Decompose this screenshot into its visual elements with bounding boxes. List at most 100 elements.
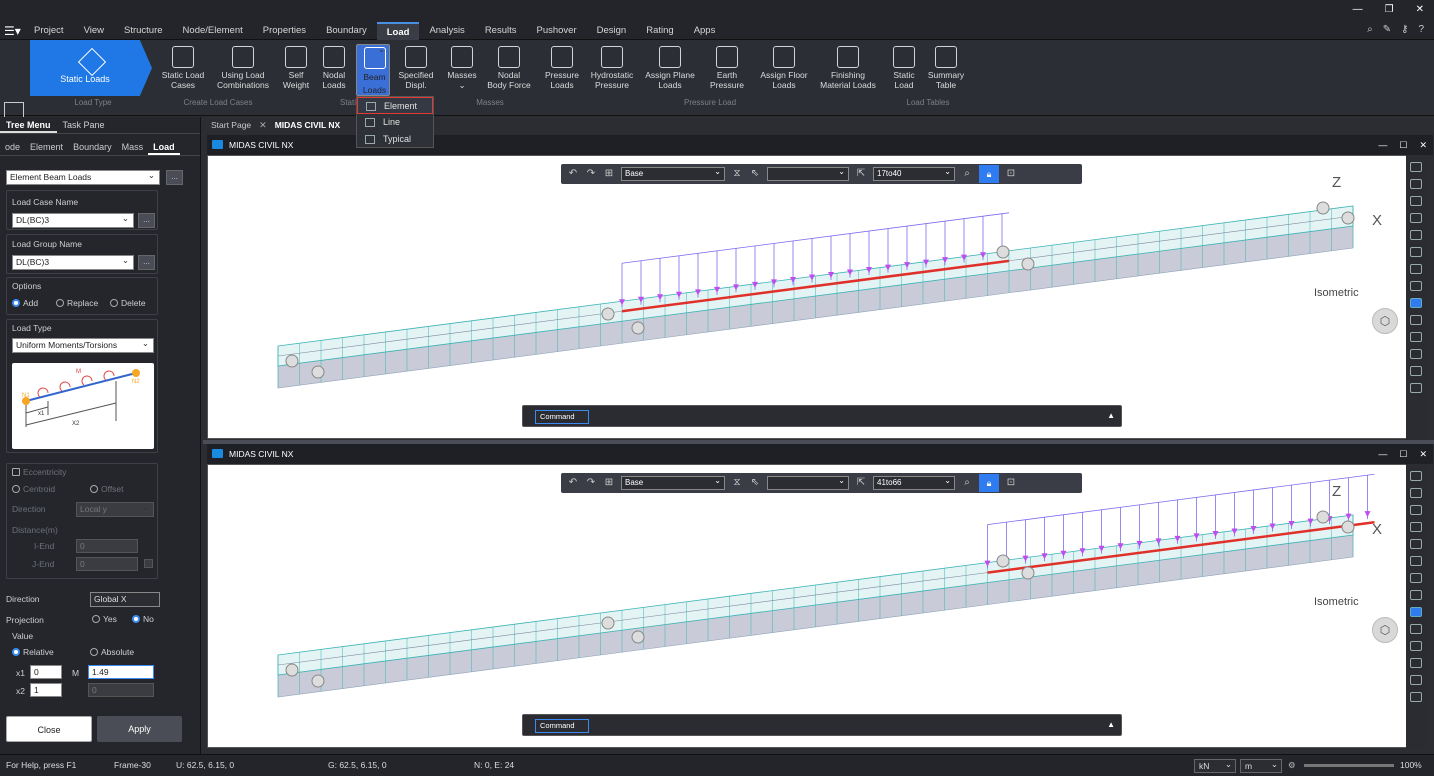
- projection-yes-radio[interactable]: Yes: [92, 614, 117, 624]
- pressure-loads-button[interactable]: Pressure Loads: [540, 46, 584, 90]
- command-input[interactable]: Command: [535, 410, 589, 424]
- x2-m-input[interactable]: 0: [88, 683, 154, 697]
- view-tool-icon[interactable]: [1410, 675, 1422, 685]
- range-select[interactable]: 17to40: [873, 166, 955, 181]
- view-tool-icon[interactable]: [1410, 590, 1422, 600]
- menu-tab-results[interactable]: Results: [475, 22, 527, 40]
- centroid-radio[interactable]: Centroid: [12, 484, 55, 494]
- range-select[interactable]: 41to66: [873, 475, 955, 490]
- direction-select[interactable]: Global X: [90, 591, 160, 607]
- view-tool-icon[interactable]: [1410, 624, 1422, 634]
- length-unit-select[interactable]: m: [1240, 758, 1282, 773]
- load-group-more-button[interactable]: ...: [138, 255, 155, 270]
- projection-no-radio[interactable]: No: [132, 614, 154, 624]
- menu-tab-node-element[interactable]: Node/Element: [173, 22, 253, 40]
- view-tool-icon[interactable]: [1410, 505, 1422, 515]
- expand-icon[interactable]: ▲: [1107, 411, 1115, 420]
- view-tool-icon[interactable]: [1410, 692, 1422, 702]
- menu-tab-design[interactable]: Design: [587, 22, 637, 40]
- function-more-button[interactable]: ...: [166, 170, 183, 185]
- menu-tab-properties[interactable]: Properties: [253, 22, 316, 40]
- x2-input[interactable]: 1: [30, 683, 62, 697]
- view-tool-icon[interactable]: [1410, 332, 1422, 342]
- assign-floor-loads-button[interactable]: Assign Floor Loads: [756, 46, 812, 90]
- menu-tab-rating[interactable]: Rating: [636, 22, 683, 40]
- m-value-input[interactable]: 1.49: [88, 665, 154, 679]
- view-cube-icon[interactable]: ⬡: [1372, 617, 1398, 643]
- load-type-select[interactable]: Uniform Moments/Torsions: [12, 337, 154, 353]
- load-group-select[interactable]: DL(BC)3: [12, 254, 134, 270]
- select-icon[interactable]: ⇖: [749, 169, 761, 179]
- filter-icon[interactable]: ⧖: [731, 478, 743, 488]
- group-select[interactable]: [767, 475, 849, 490]
- ecc-direction-select[interactable]: Local y: [76, 501, 154, 517]
- view-tool-icon[interactable]: [1410, 641, 1422, 651]
- view-tool-icon[interactable]: [1410, 281, 1422, 291]
- option-replace-radio[interactable]: Replace: [56, 298, 98, 308]
- vp-maximize-icon[interactable]: ☐: [1399, 444, 1407, 464]
- viewport1-canvas[interactable]: [207, 155, 1407, 439]
- zoom-slider[interactable]: [1304, 764, 1394, 767]
- close-tab-icon[interactable]: ✕: [259, 120, 267, 131]
- subtab-boundary[interactable]: Boundary: [68, 138, 117, 155]
- subtab-mass[interactable]: Mass: [117, 138, 149, 155]
- static-loads-button[interactable]: Static Loads: [30, 40, 152, 96]
- offset-radio[interactable]: Offset: [90, 484, 124, 494]
- dropdown-item-element[interactable]: Element: [357, 97, 433, 114]
- unlock-icon[interactable]: ⊡: [1005, 169, 1017, 179]
- absolute-radio[interactable]: Absolute: [90, 647, 134, 657]
- nodal-body-force-button[interactable]: Nodal Body Force: [484, 46, 534, 90]
- vp-minimize-icon[interactable]: —: [1378, 444, 1387, 464]
- minimize-icon[interactable]: —: [1353, 4, 1363, 15]
- unlock-icon[interactable]: ⊡: [1005, 478, 1017, 488]
- menu-tab-pushover[interactable]: Pushover: [527, 22, 587, 40]
- x1-input[interactable]: 0: [30, 665, 62, 679]
- static-load-cases-button[interactable]: Static Load Cases: [158, 46, 208, 90]
- view-tool-icon[interactable]: [1410, 539, 1422, 549]
- view-tool-icon[interactable]: [1410, 264, 1422, 274]
- self-weight-button[interactable]: Self Weight: [280, 46, 312, 90]
- lock-icon[interactable]: 🔒︎: [979, 474, 999, 492]
- tools-icon[interactable]: ✎: [1383, 24, 1391, 35]
- hamburger-menu-icon[interactable]: ☰▾: [4, 24, 21, 38]
- restore-icon[interactable]: ❐: [1385, 4, 1394, 15]
- view-tool-icon[interactable]: [1410, 230, 1422, 240]
- earth-pressure-button[interactable]: Earth Pressure: [704, 46, 750, 90]
- specified-displ-button[interactable]: Specified Displ.: [396, 46, 436, 90]
- key-icon[interactable]: ⚷: [1401, 24, 1408, 35]
- static-load-table-button[interactable]: Static Load: [888, 46, 920, 90]
- doc-tab-start-page[interactable]: Start Page: [203, 120, 259, 130]
- view-tool-icon[interactable]: [1410, 522, 1422, 532]
- dropdown-item-line[interactable]: Line: [357, 114, 433, 131]
- view-tool-icon[interactable]: [1410, 196, 1422, 206]
- apply-button[interactable]: Apply: [97, 716, 182, 742]
- undo-icon[interactable]: ↶: [567, 478, 579, 488]
- doc-tab-model[interactable]: MIDAS CIVIL NX: [267, 120, 349, 130]
- load-case-more-button[interactable]: ...: [138, 213, 155, 228]
- select-icon[interactable]: ⇖: [749, 478, 761, 488]
- vp-close-icon[interactable]: ✕: [1419, 444, 1427, 464]
- redo-icon[interactable]: ↷: [585, 169, 597, 179]
- menu-tab-view[interactable]: View: [74, 22, 114, 40]
- zoom-icon[interactable]: ⌕: [961, 169, 973, 179]
- vp-minimize-icon[interactable]: —: [1378, 135, 1387, 155]
- menu-tab-structure[interactable]: Structure: [114, 22, 173, 40]
- view-tool-icon[interactable]: [1410, 658, 1422, 668]
- expand-icon[interactable]: ▲: [1107, 720, 1115, 729]
- redo-icon[interactable]: ↷: [585, 478, 597, 488]
- view-tool-icon[interactable]: [1410, 383, 1422, 393]
- subtab-node[interactable]: ode: [0, 138, 25, 155]
- nodal-loads-button[interactable]: Nodal Loads: [318, 46, 350, 90]
- command-input[interactable]: Command: [535, 719, 589, 733]
- assign-plane-loads-button[interactable]: Assign Plane Loads: [642, 46, 698, 90]
- structure-icon[interactable]: ⊞: [603, 169, 615, 179]
- menu-tab-boundary[interactable]: Boundary: [316, 22, 377, 40]
- view-tool-icon[interactable]: [1410, 247, 1422, 257]
- relative-radio[interactable]: Relative: [12, 647, 54, 657]
- finishing-material-loads-button[interactable]: Finishing Material Loads: [818, 46, 878, 90]
- view-tool-icon[interactable]: [1410, 573, 1422, 583]
- iend-input[interactable]: 0: [76, 539, 138, 553]
- base-select[interactable]: Base: [621, 475, 725, 490]
- menu-tab-analysis[interactable]: Analysis: [419, 22, 474, 40]
- view-tool-icon[interactable]: [1410, 315, 1422, 325]
